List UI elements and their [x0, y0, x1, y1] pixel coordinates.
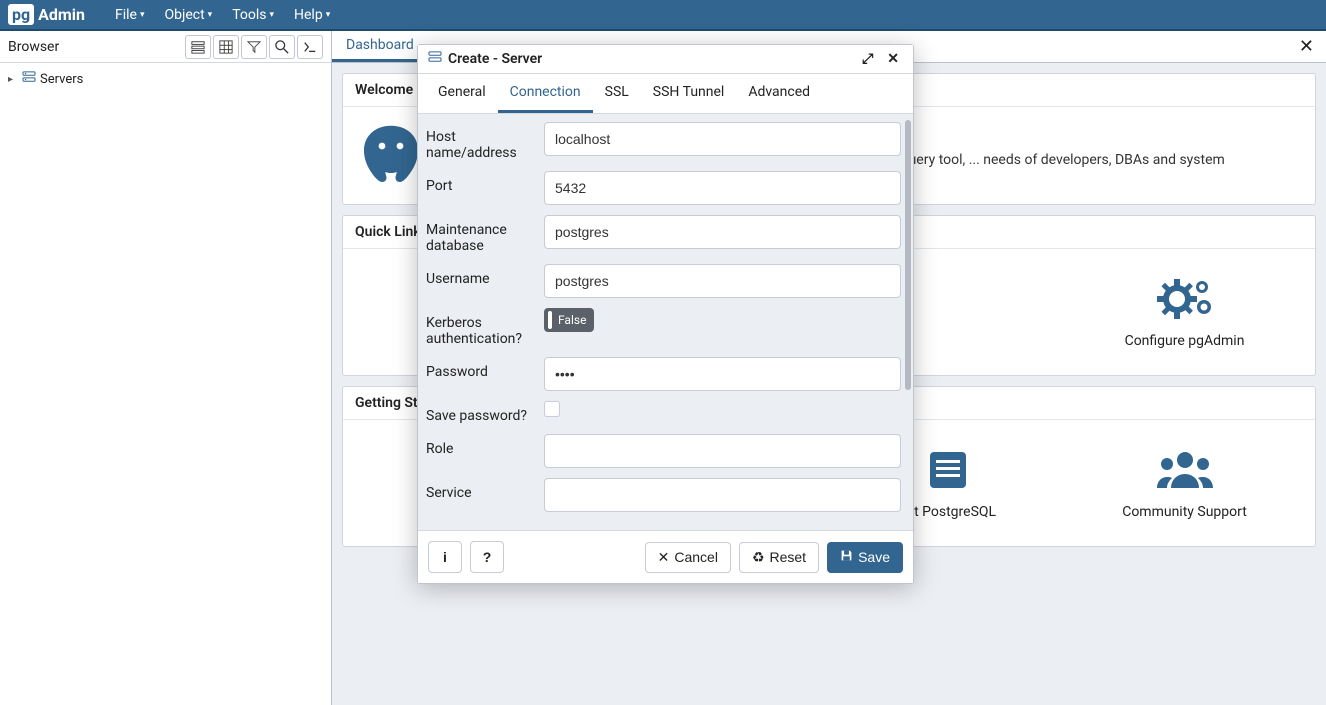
tab-advanced[interactable]: Advanced	[736, 74, 822, 113]
tree-servers-group[interactable]: ▸ Servers	[8, 69, 323, 89]
dialog-titlebar[interactable]: Create - Server ⤢ ✕	[418, 45, 913, 74]
kerberos-toggle[interactable]: False	[544, 308, 594, 332]
link-community[interactable]: Community Support	[1066, 432, 1303, 534]
service-input[interactable]	[544, 478, 901, 512]
password-label: Password	[426, 357, 536, 380]
tab-ssl[interactable]: SSL	[593, 74, 641, 113]
server-icon	[428, 51, 442, 67]
quick-link-configure-label: Configure pgAdmin	[1125, 333, 1245, 349]
menu-file[interactable]: File▾	[105, 7, 155, 23]
host-label: Host name/address	[426, 122, 536, 161]
people-icon	[1155, 446, 1215, 494]
book-icon	[924, 446, 972, 494]
tool-search-icon[interactable]	[269, 35, 295, 59]
menu-help[interactable]: Help▾	[284, 7, 340, 23]
logo-box: pg	[8, 4, 34, 25]
username-label: Username	[426, 264, 536, 287]
close-icon[interactable]: ✕	[883, 51, 903, 67]
host-input[interactable]	[544, 122, 901, 156]
role-label: Role	[426, 434, 536, 457]
browser-title: Browser	[8, 39, 59, 55]
role-input[interactable]	[544, 434, 901, 468]
port-input[interactable]	[544, 171, 901, 205]
tool-psql-icon[interactable]	[297, 35, 323, 59]
maintdb-input[interactable]	[544, 215, 901, 249]
tab-ssh-tunnel[interactable]: SSH Tunnel	[641, 74, 737, 113]
menu-object[interactable]: Object▾	[154, 7, 222, 23]
top-menu-bar: pg Admin File▾ Object▾ Tools▾ Help▾	[0, 0, 1326, 31]
dialog-title: Create - Server	[448, 51, 542, 67]
tab-general[interactable]: General	[426, 74, 498, 113]
savepass-checkbox[interactable]	[544, 401, 560, 417]
maintdb-label: Maintenance database	[426, 215, 536, 254]
create-server-dialog: Create - Server ⤢ ✕ General Connection S…	[417, 44, 914, 584]
gears-icon	[1155, 275, 1215, 323]
chevron-down-icon: ▾	[208, 10, 213, 20]
tab-connection[interactable]: Connection	[498, 74, 593, 113]
menu-tools[interactable]: Tools▾	[222, 7, 284, 23]
reset-button[interactable]: ♻Reset	[739, 542, 819, 573]
maximize-icon[interactable]: ⤢	[858, 51, 877, 67]
help-button[interactable]: ?	[470, 541, 504, 573]
dialog-footer: i ? ✕Cancel ♻Reset Save	[418, 530, 913, 583]
dialog-tabs: General Connection SSL SSH Tunnel Advanc…	[418, 74, 913, 114]
browser-panel: Browser ▸ Servers	[0, 31, 332, 705]
chevron-down-icon: ▾	[269, 10, 274, 20]
tab-dashboard[interactable]: Dashboard	[332, 31, 428, 62]
username-input[interactable]	[544, 264, 901, 298]
service-label: Service	[426, 478, 536, 501]
chevron-down-icon: ▾	[140, 10, 145, 20]
savepass-label: Save password?	[426, 401, 536, 424]
logo-admin: Admin	[38, 5, 85, 24]
browser-tree: ▸ Servers	[0, 63, 331, 95]
chevron-down-icon: ▾	[326, 10, 331, 20]
tool-table-icon[interactable]	[213, 35, 239, 59]
cancel-button[interactable]: ✕Cancel	[645, 542, 731, 573]
reset-icon: ♻	[752, 549, 765, 566]
quick-link-configure[interactable]: Configure pgAdmin	[1066, 261, 1303, 363]
toggle-knob	[548, 311, 552, 329]
tool-properties-icon[interactable]	[185, 35, 211, 59]
logo-pg: pg	[12, 5, 30, 24]
save-button[interactable]: Save	[827, 542, 903, 573]
cancel-icon: ✕	[658, 549, 670, 566]
tree-servers-label: Servers	[40, 72, 83, 87]
dialog-body: Host name/address Port Maintenance datab…	[418, 114, 913, 530]
browser-toolbar	[185, 35, 323, 59]
browser-header: Browser	[0, 31, 331, 63]
tab-close-icon[interactable]: ✕	[1287, 31, 1326, 62]
tool-filter-icon[interactable]	[241, 35, 267, 59]
port-label: Port	[426, 171, 536, 194]
save-icon	[840, 549, 853, 565]
tree-caret-icon: ▸	[8, 74, 18, 85]
servers-icon	[22, 71, 36, 87]
password-input[interactable]	[544, 357, 901, 391]
kerberos-label: Kerberos authentication?	[426, 308, 536, 347]
info-button[interactable]: i	[428, 541, 462, 573]
